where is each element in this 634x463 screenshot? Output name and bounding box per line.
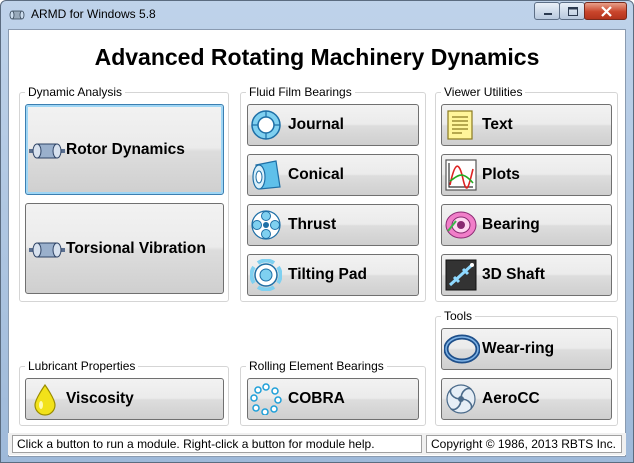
thrust-label: Thrust [288, 216, 337, 233]
text-button[interactable]: Text [441, 104, 612, 146]
group-label-rolling-element-bearings: Rolling Element Bearings [246, 359, 387, 373]
status-hint: Click a button to run a module. Right-cl… [12, 435, 422, 453]
viscosity-button[interactable]: Viscosity [25, 378, 224, 420]
bearing-icon [445, 211, 477, 239]
viscosity-label: Viscosity [66, 390, 134, 407]
group-label-tools: Tools [441, 309, 476, 323]
rotor-icon [29, 143, 65, 159]
plots-button[interactable]: Plots [441, 154, 612, 196]
aerocc-icon [446, 384, 476, 414]
plots-label: Plots [482, 166, 520, 183]
main-panel: Advanced Rotating Machinery Dynamics Dyn… [8, 29, 626, 457]
rotor-dynamics-button[interactable]: Rotor Dynamics [25, 104, 224, 195]
window-title: ARMD for Windows 5.8 [31, 7, 156, 21]
aerocc-button[interactable]: AeroCC [441, 378, 612, 420]
journal-button[interactable]: Journal [247, 104, 419, 146]
text-icon [447, 110, 473, 140]
title-bar[interactable]: ARMD for Windows 5.8 [1, 1, 633, 29]
rotor-dynamics-label: Rotor Dynamics [66, 141, 185, 158]
shaft-3d-icon [445, 259, 477, 291]
maximize-icon [568, 7, 578, 16]
conical-button[interactable]: Conical [247, 154, 419, 196]
status-bar: Click a button to run a module. Right-cl… [8, 433, 626, 455]
rotor-icon [29, 242, 65, 258]
group-label-lubricant-properties: Lubricant Properties [25, 359, 139, 373]
torsional-vibration-label: Torsional Vibration [66, 240, 206, 257]
thrust-icon [251, 210, 281, 240]
3d-shaft-label: 3D Shaft [482, 266, 545, 283]
cobra-icon [250, 383, 282, 415]
close-button[interactable] [584, 2, 627, 20]
wear-ring-label: Wear-ring [482, 340, 555, 357]
conical-label: Conical [288, 166, 344, 183]
group-label-fluid-film-bearings: Fluid Film Bearings [246, 85, 355, 99]
wear-ring-icon [444, 334, 480, 364]
journal-label: Journal [288, 116, 344, 133]
tilting-pad-icon [250, 259, 282, 291]
group-label-dynamic-analysis: Dynamic Analysis [25, 85, 126, 99]
tilting-pad-button[interactable]: Tilting Pad [247, 254, 419, 296]
group-label-viewer-utilities: Viewer Utilities [441, 85, 526, 99]
minimize-button[interactable] [534, 2, 560, 20]
cobra-button[interactable]: COBRA [247, 378, 419, 420]
plots-icon [445, 159, 477, 191]
torsional-vibration-button[interactable]: Torsional Vibration [25, 203, 224, 294]
viscosity-icon [34, 383, 56, 416]
text-label: Text [482, 116, 513, 133]
minimize-icon [544, 13, 552, 15]
bearing-label: Bearing [482, 216, 540, 233]
3d-shaft-button[interactable]: 3D Shaft [441, 254, 612, 296]
close-icon [601, 6, 612, 17]
maximize-button[interactable] [559, 2, 585, 20]
aerocc-label: AeroCC [482, 390, 540, 407]
status-copyright: Copyright © 1986, 2013 RBTS Inc. [426, 435, 622, 453]
cobra-label: COBRA [288, 390, 345, 407]
app-icon [9, 10, 25, 20]
conical-icon [252, 160, 281, 190]
app-window: ARMD for Windows 5.8 Advanced Rotating M… [0, 0, 634, 463]
page-title: Advanced Rotating Machinery Dynamics [94, 44, 540, 70]
wear-ring-button[interactable]: Wear-ring [441, 328, 612, 370]
journal-icon [251, 110, 281, 140]
thrust-button[interactable]: Thrust [247, 204, 419, 246]
bearing-button[interactable]: Bearing [441, 204, 612, 246]
tilting-pad-label: Tilting Pad [288, 266, 367, 283]
